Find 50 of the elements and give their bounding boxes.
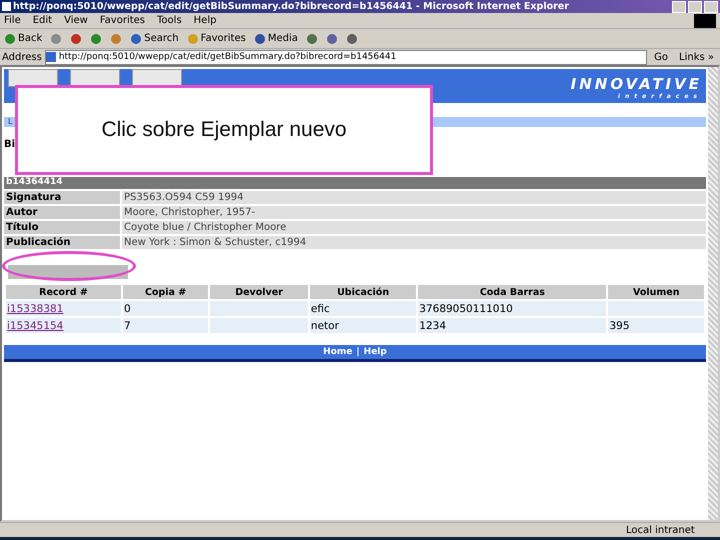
footer-link[interactable]: Home bbox=[323, 347, 352, 357]
toolbar-button[interactable]: Back bbox=[4, 32, 42, 44]
field-label: Título bbox=[4, 221, 120, 234]
menu-item[interactable]: View bbox=[64, 15, 88, 26]
column-header: Ubicación bbox=[310, 285, 416, 299]
go-button[interactable]: Go bbox=[650, 52, 672, 62]
table-cell: 7 bbox=[124, 320, 131, 332]
zone-label: Local intranet bbox=[625, 524, 696, 536]
callout-text: Clic sobre Ejemplar nuevo bbox=[101, 118, 347, 142]
field-label: Signatura bbox=[4, 191, 120, 204]
minimize-button[interactable] bbox=[672, 0, 686, 12]
menu-item[interactable]: Favorites bbox=[100, 15, 146, 26]
menu-item[interactable]: File bbox=[4, 15, 21, 26]
page-heading: Bi bbox=[4, 139, 16, 150]
maximize-button[interactable] bbox=[688, 0, 702, 12]
scrollbar[interactable] bbox=[708, 67, 718, 520]
column-header: Coda Barras bbox=[418, 285, 606, 299]
menu-item[interactable]: Tools bbox=[157, 15, 182, 26]
home-button[interactable] bbox=[8, 69, 58, 87]
footer-link[interactable]: Help bbox=[364, 347, 387, 357]
field-value: Coyote blue / Christopher Moore bbox=[122, 221, 706, 234]
table-cell: 37689050111010 bbox=[419, 302, 513, 314]
window-title: http://ponq:5010/wwepp/cat/edit/getBibSummary.do?bibrecord=b1456441 - Microsoft Internet Explorer bbox=[13, 1, 570, 12]
toolbar-button[interactable]: Search bbox=[130, 32, 179, 44]
address-label: Address bbox=[2, 52, 42, 62]
menu-item[interactable]: Help bbox=[194, 15, 216, 26]
table-cell: 395 bbox=[609, 320, 630, 332]
address-field[interactable]: http://ponq:5010/wwepp/cat/edit/getBibSummary.do?bibrecord=b1456441 bbox=[44, 50, 648, 64]
field-label: Autor bbox=[4, 206, 120, 219]
column-header: Volumen bbox=[608, 285, 704, 299]
column-header: Devolver bbox=[210, 285, 308, 299]
toolbar-button[interactable]: Media bbox=[254, 32, 298, 44]
table-cell: 0 bbox=[124, 302, 131, 314]
field-value: PS3563.O594 C59 1994 bbox=[122, 191, 706, 204]
logo: INNOVATIVE bbox=[570, 75, 702, 93]
links-button[interactable]: Links » bbox=[675, 52, 718, 62]
table-cell: netor bbox=[310, 320, 339, 332]
table-cell: efic bbox=[310, 302, 330, 314]
menu-item[interactable]: Edit bbox=[32, 15, 52, 26]
toolbar-button[interactable]: Favorites bbox=[186, 32, 246, 44]
field-value: Moore, Christopher, 1957- bbox=[122, 206, 706, 219]
column-header: Copia # bbox=[122, 285, 208, 299]
record-id: b14364414 bbox=[6, 177, 63, 187]
field-value: New York : Simon & Schuster, c1994 bbox=[122, 236, 706, 249]
field-label: Publicación bbox=[4, 236, 120, 249]
nav-link[interactable]: L bbox=[8, 117, 12, 126]
table-cell: 1234 bbox=[419, 320, 446, 332]
column-header: Record # bbox=[6, 285, 121, 299]
close-button[interactable] bbox=[704, 0, 718, 12]
separator: | bbox=[356, 347, 360, 357]
